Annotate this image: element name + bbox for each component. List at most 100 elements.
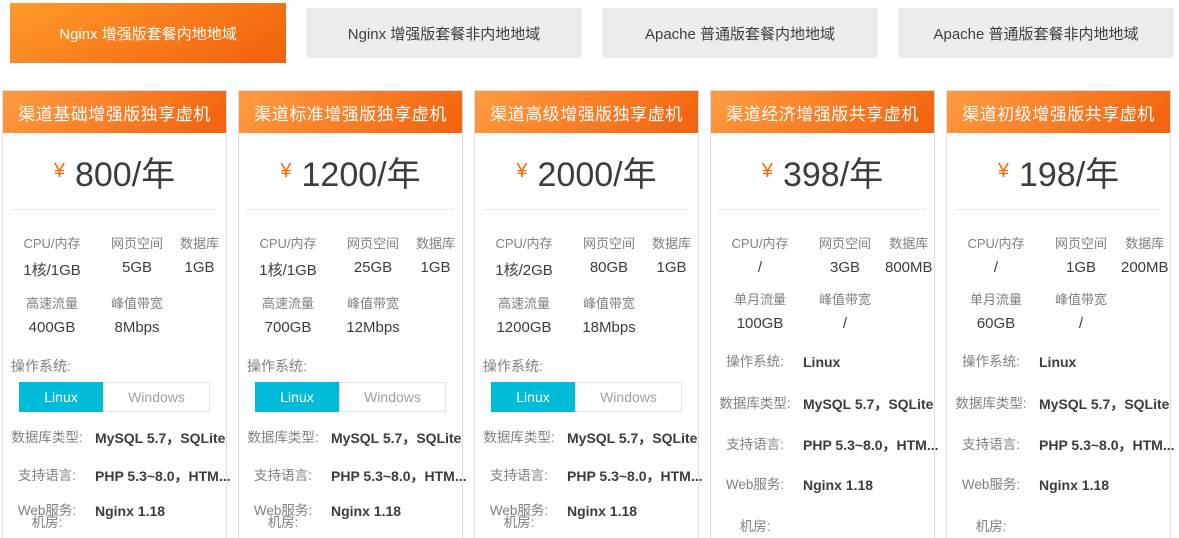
price-amount: 800/年 [75,147,175,196]
os-label: 操作系统: [483,356,698,376]
currency-symbol: ¥ [998,160,1009,183]
pricing-card-economy: 渠道经济增强版共享虚机 ¥ 398/年 CPU/内存/ 网页空间3GB 数据库8… [710,90,935,538]
detail-row: 数据库类型:MySQL 5.7，SQLite [243,428,458,448]
spec-value: 12Mbps [333,319,413,336]
spec-label: 网页空间 [333,233,413,252]
detail-value: MySQL 5.7，SQLite [559,428,697,448]
detail-value: MySQL 5.7，SQLite [87,428,225,448]
detail-label: 支持语言: [951,435,1031,455]
spec-label: CPU/内存 [715,233,805,252]
detail-row: 操作系统:Linux [951,352,1166,372]
os-toggle: Linux Windows [491,382,698,412]
detail-row: 机房: [715,517,930,537]
card-title: 渠道初级增强版共享虚机 [947,91,1170,133]
windows-button[interactable]: Windows [103,382,210,412]
price-amount: 398/年 [783,147,883,196]
detail-label: Web服务: [715,475,795,495]
spec-label: 峰值带宽 [569,293,649,312]
spec-value: 1核/1GB [7,259,97,280]
spec-value: 1GB [649,259,694,276]
detail-label: 数据库类型: [715,394,795,414]
detail-value: PHP 5.3~8.0，HTM... [323,466,467,486]
linux-button[interactable]: Linux [255,382,339,412]
detail-label: Web服务: [951,475,1031,495]
price: ¥ 2000/年 [483,133,690,210]
detail-list: 操作系统:Linux 数据库类型:MySQL 5.7，SQLite 支持语言:P… [947,352,1170,537]
pricing-card-basic: 渠道基础增强版独享虚机 ¥ 800/年 CPU/内存1核/1GB 网页空间5GB… [2,90,227,538]
detail-row: Web服务:Nginx 1.18 [715,475,930,495]
detail-label: 操作系统: [715,352,795,372]
detail-row: 支持语言:PHP 5.3~8.0，HTM... [715,435,930,455]
detail-row: 操作系统:Linux [715,352,930,372]
currency-symbol: ¥ [54,160,65,183]
price-amount: 198/年 [1019,147,1119,196]
spec-value: 5GB [97,259,177,276]
spec-label: CPU/内存 [479,233,569,252]
spec-value: 1200GB [479,319,569,336]
detail-value: Nginx 1.18 [1031,475,1109,495]
spec-label: 高速流量 [7,293,97,312]
tab-apache-standard-non-mainland[interactable]: Apache 普通版套餐非内地地域 [898,8,1174,58]
spec-value: / [715,259,805,276]
spec-value: 700GB [243,319,333,336]
spec-value: 60GB [951,315,1041,332]
tab-nginx-enhanced-mainland[interactable]: Nginx 增强版套餐内地地域 [10,3,286,63]
spec-value: 1核/1GB [243,259,333,280]
spec-label: 峰值带宽 [97,293,177,312]
spec-label: CPU/内存 [951,233,1041,252]
spec-value: 1核/2GB [479,259,569,280]
currency-symbol: ¥ [280,160,291,183]
spec-value: 1GB [177,259,222,276]
price: ¥ 398/年 [719,133,926,210]
windows-button[interactable]: Windows [575,382,682,412]
detail-label: 数据库类型: [243,428,323,448]
spec-label: 单月流量 [951,289,1041,308]
os-label: 操作系统: [11,356,226,376]
spec-label: CPU/内存 [7,233,97,252]
detail-list: 操作系统:Linux 数据库类型:MySQL 5.7，SQLite 支持语言:P… [711,352,934,537]
detail-list: 数据库类型:MySQL 5.7，SQLite 支持语言:PHP 5.3~8.0，… [3,428,226,532]
linux-button[interactable]: Linux [19,382,103,412]
spec-grid: CPU/内存1核/2GB 网页空间80GB 数据库1GB 高速流量1200GB … [475,210,698,336]
spec-grid: CPU/内存1核/1GB 网页空间5GB 数据库1GB 高速流量400GB 峰值… [3,210,226,336]
spec-value: 3GB [805,259,885,276]
spec-value: / [951,259,1041,276]
card-title: 渠道高级增强版独享虚机 [475,91,698,133]
spec-value: 200MB [1121,259,1169,276]
price-amount: 1200/年 [302,147,421,196]
spec-label: 数据库 [649,233,694,252]
spec-label: 网页空间 [1041,233,1121,252]
detail-label: 机房: [951,517,1031,537]
spec-label: CPU/内存 [243,233,333,252]
pricing-card-entry: 渠道初级增强版共享虚机 ¥ 198/年 CPU/内存/ 网页空间1GB 数据库2… [946,90,1171,538]
pricing-card-advanced: 渠道高级增强版独享虚机 ¥ 2000/年 CPU/内存1核/2GB 网页空间80… [474,90,699,538]
spec-grid: CPU/内存/ 网页空间3GB 数据库800MB 单月流量100GB 峰值带宽/ [711,210,934,332]
detail-list: 数据库类型:MySQL 5.7，SQLite 支持语言:PHP 5.3~8.0，… [239,428,462,532]
spec-label: 数据库 [413,233,458,252]
currency-symbol: ¥ [516,160,527,183]
os-label: 操作系统: [247,356,462,376]
spec-label: 高速流量 [479,293,569,312]
windows-button[interactable]: Windows [339,382,446,412]
spec-label: 峰值带宽 [333,293,413,312]
spec-label: 高速流量 [243,293,333,312]
detail-row: 支持语言:PHP 5.3~8.0，HTM... [951,435,1166,455]
linux-button[interactable]: Linux [491,382,575,412]
detail-label: 机房: [715,517,795,537]
detail-label: 操作系统: [951,352,1031,372]
spec-label: 单月流量 [715,289,805,308]
spec-label: 网页空间 [569,233,649,252]
detail-row: 数据库类型:MySQL 5.7，SQLite [951,394,1166,414]
detail-value: MySQL 5.7，SQLite [795,394,933,414]
card-title: 渠道基础增强版独享虚机 [3,91,226,133]
detail-row: 机房: [951,517,1166,537]
detail-value: MySQL 5.7，SQLite [1031,394,1169,414]
plan-tabs: Nginx 增强版套餐内地地域 Nginx 增强版套餐非内地地域 Apache … [0,0,1179,63]
price-amount: 2000/年 [538,147,657,196]
card-title: 渠道标准增强版独享虚机 [239,91,462,133]
tab-nginx-enhanced-non-mainland[interactable]: Nginx 增强版套餐非内地地域 [306,8,582,58]
detail-label: 支持语言: [715,435,795,455]
detail-label: 支持语言: [7,466,87,486]
tab-apache-standard-mainland[interactable]: Apache 普通版套餐内地地域 [602,8,878,58]
detail-label: 机房: [243,513,323,533]
